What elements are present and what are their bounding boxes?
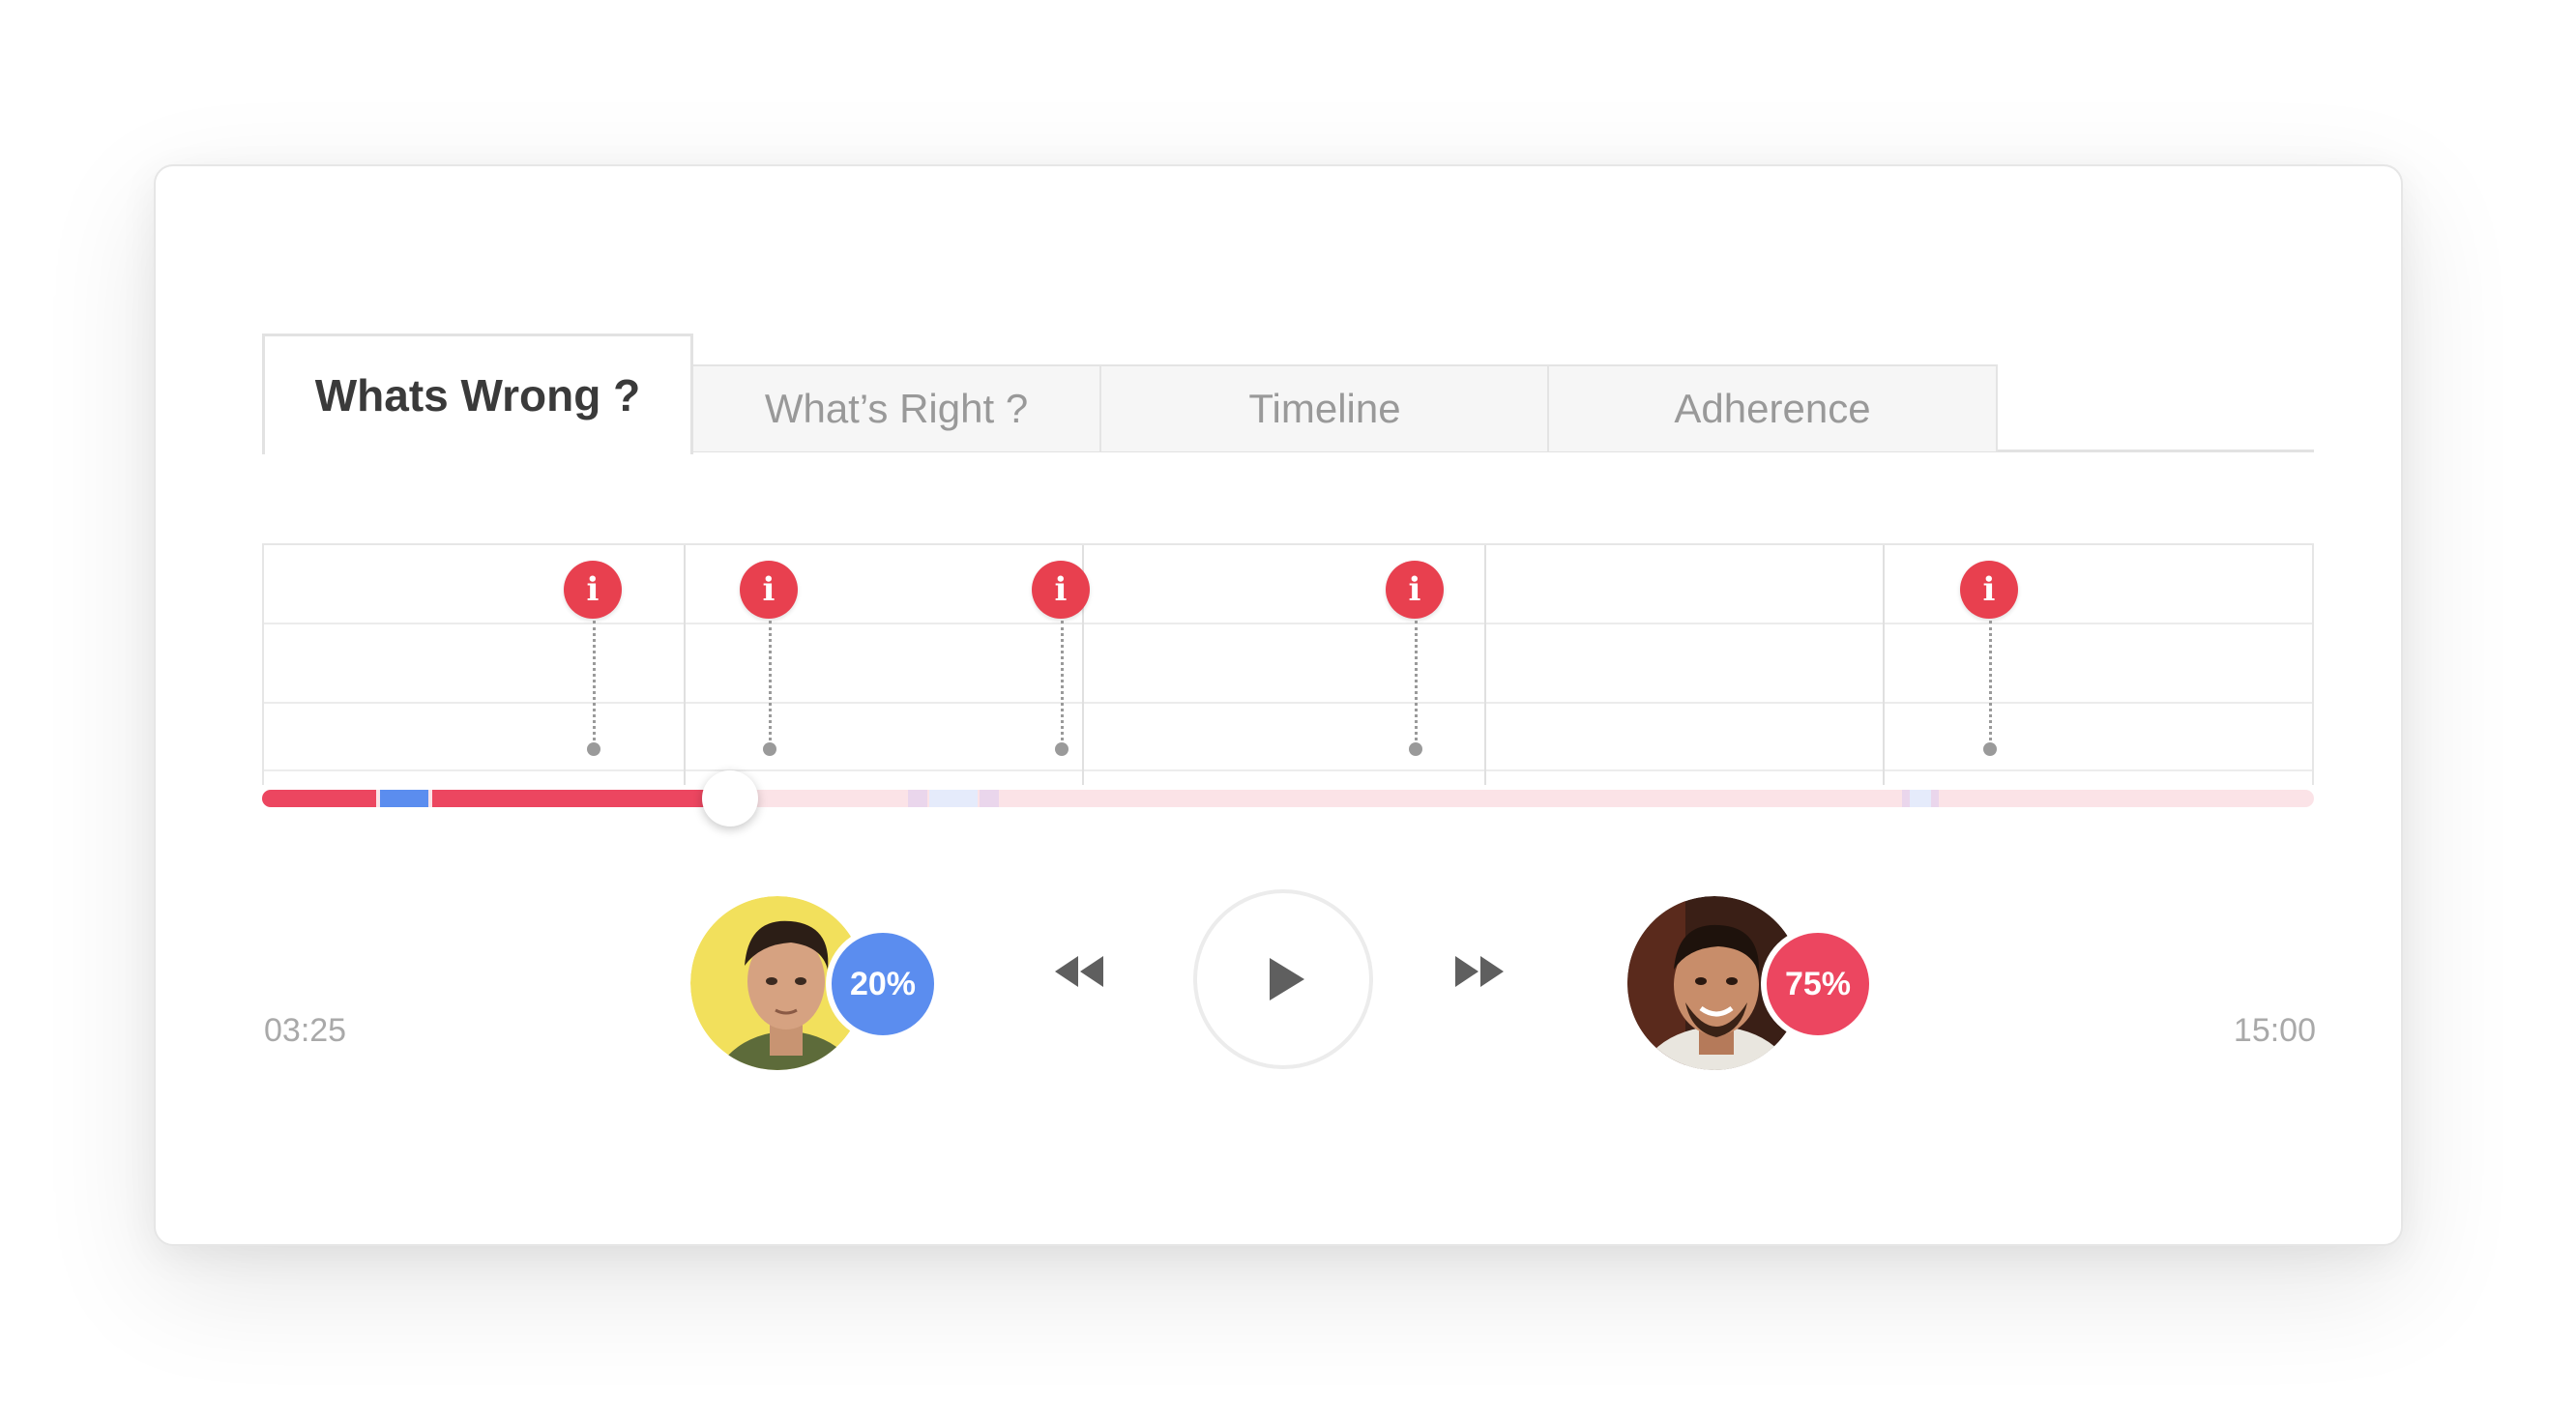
grid-divider [684,545,686,785]
track-segment-red [432,790,732,807]
marker-stem [1061,621,1064,746]
fast-forward-icon [1455,956,1504,987]
info-icon[interactable]: i [1960,561,2018,619]
play-button[interactable] [1193,889,1373,1069]
total-time: 15:00 [2233,1012,2316,1049]
marker-stem [769,621,772,746]
info-icon[interactable]: i [740,561,798,619]
score-badge-left: 20% [826,927,940,1041]
current-time: 03:25 [264,1012,347,1049]
marker-dot [587,742,600,756]
marker-stem [1415,621,1418,746]
play-icon [1270,958,1304,1000]
tab-adherence[interactable]: Adherence [1547,364,1998,451]
track-segment-mark [980,790,999,807]
issue-marker[interactable]: i [564,561,626,773]
progress-track[interactable] [262,790,2314,807]
fast-forward-button[interactable] [1453,954,1508,994]
tab-timeline[interactable]: Timeline [1099,364,1550,451]
grid-divider [1883,545,1885,785]
rewind-icon [1055,956,1103,987]
score-badge-right: 75% [1761,927,1875,1041]
marker-dot [763,742,776,756]
track-segment-red [262,790,376,807]
marker-stem [593,621,596,746]
marker-dot [1409,742,1422,756]
issue-marker[interactable]: i [1386,561,1448,773]
info-icon[interactable]: i [564,561,622,619]
info-icon[interactable]: i [1032,561,1090,619]
marker-stem [1989,621,1992,746]
marker-dot [1055,742,1068,756]
track-segment-blue [380,790,428,807]
marker-dot [1983,742,1997,756]
tab-whats-wrong[interactable]: Whats Wrong ? [262,334,693,454]
track-segment-mark [929,790,978,807]
issue-marker[interactable]: i [740,561,802,773]
issue-marker[interactable]: i [1960,561,2022,773]
rewind-button[interactable] [1053,954,1107,994]
player-card: Whats Wrong ? What’s Right ? Timeline Ad… [154,164,2403,1246]
track-segment-mark [1910,790,1931,807]
grid-divider [1484,545,1486,785]
track-segment-mark [1902,790,1910,807]
info-icon[interactable]: i [1386,561,1444,619]
track-segment-mark [908,790,927,807]
track-segment-mark [1931,790,1939,807]
scrubber-handle[interactable] [701,770,758,826]
tab-whats-right[interactable]: What’s Right ? [690,364,1102,451]
issue-marker[interactable]: i [1032,561,1094,773]
